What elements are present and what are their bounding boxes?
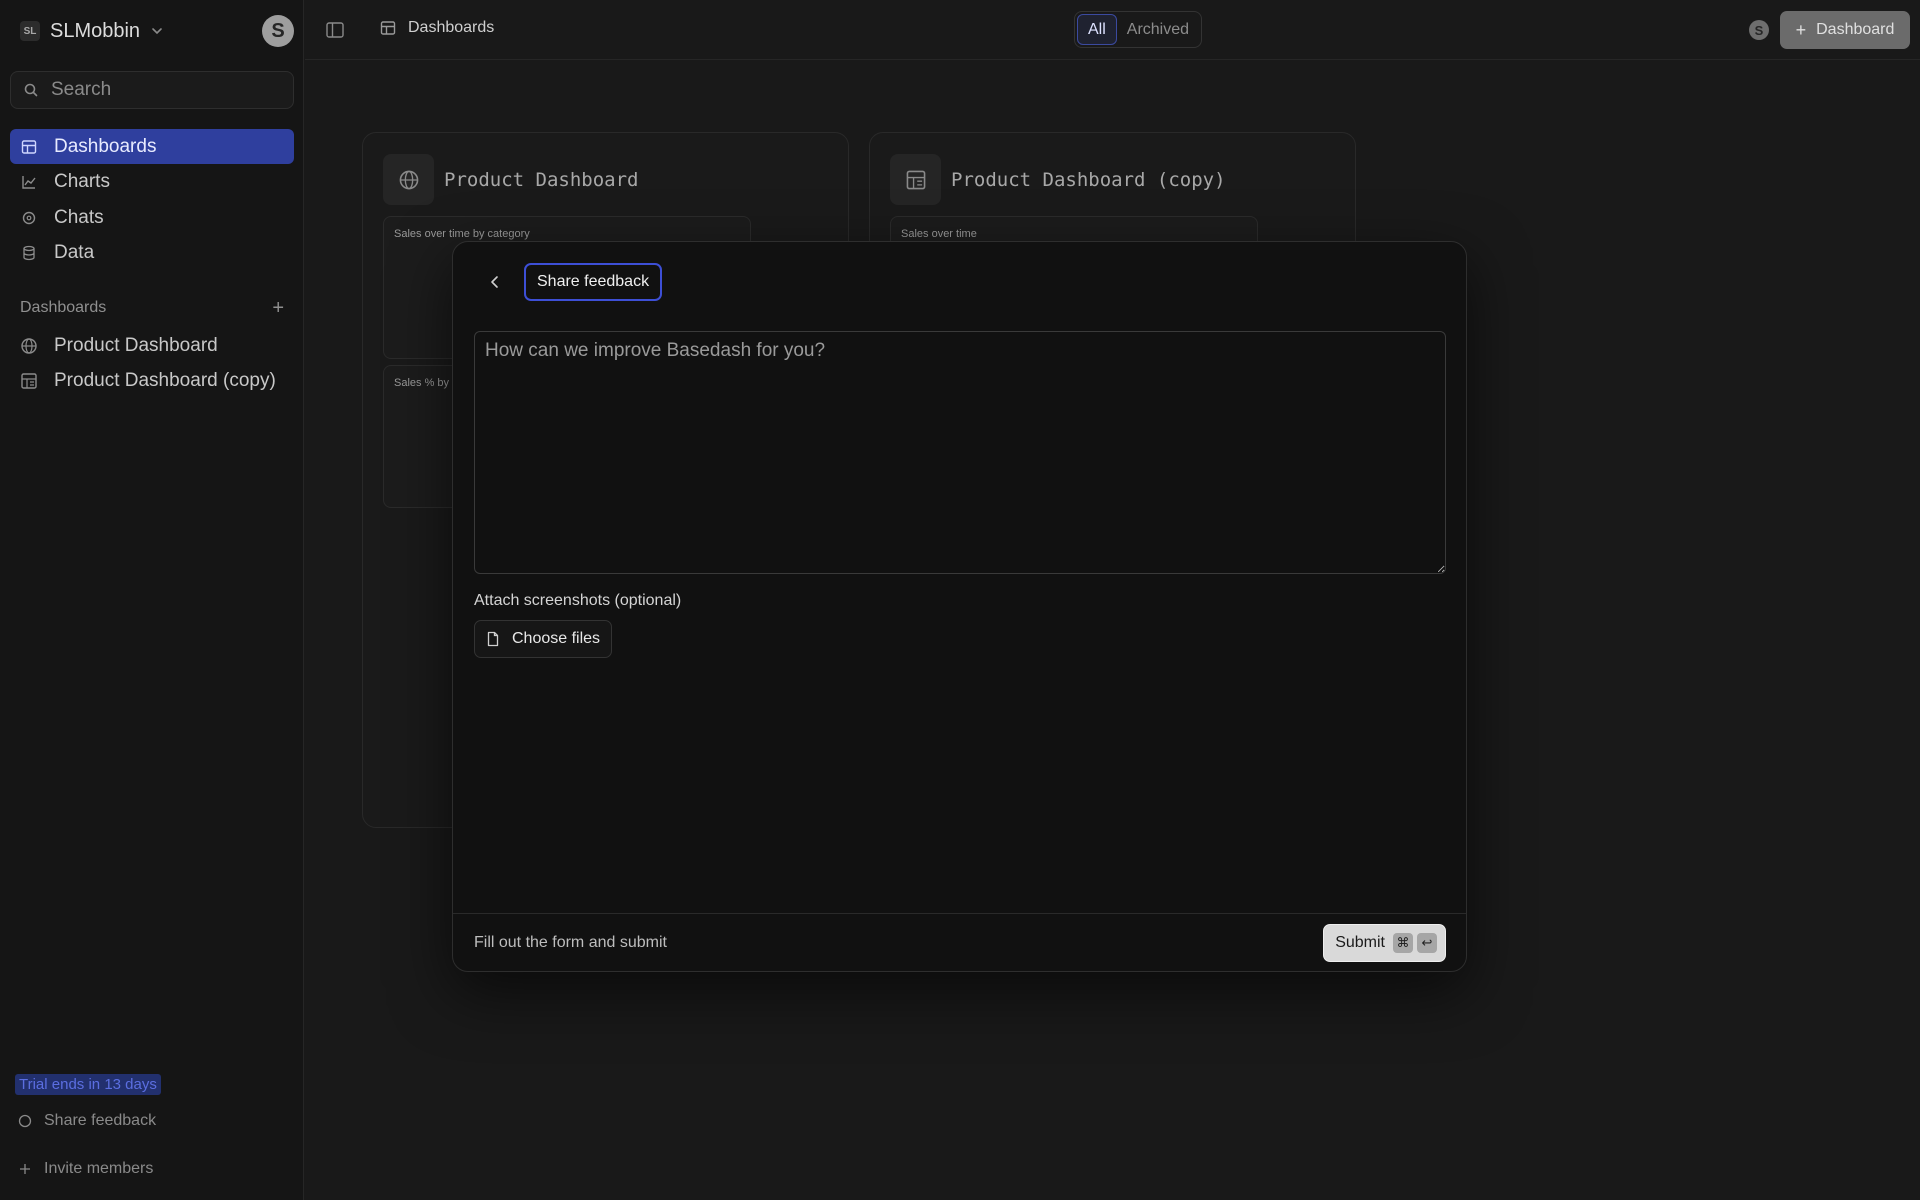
avatar[interactable]: S [1749,20,1769,40]
modal-title: Share feedback [524,263,663,301]
filter-segmented-control: All Archived [1074,11,1203,48]
breadcrumb: Dashboards [380,19,494,37]
search-input[interactable] [51,79,271,101]
globe-icon [383,154,434,205]
dashboard-grid-icon [890,154,941,205]
modal-footer: Fill out the form and submit Submit ⌘ ↩ [453,913,1466,973]
footer-hint: Fill out the form and submit [474,934,667,951]
chart-preview-title: Sales over time [901,228,977,240]
chevron-down-icon [150,24,164,38]
submit-label: Submit [1335,934,1385,951]
sidebar-item-chats[interactable]: Chats [10,200,294,235]
card-header: Product Dashboard (copy) [890,154,1226,205]
workspace-logo: SL [20,21,40,41]
dashboards-section-header: Dashboards + [20,298,284,318]
breadcrumb-label[interactable]: Dashboards [408,19,494,37]
choose-files-button[interactable]: Choose files [474,620,613,658]
tab-all[interactable]: All [1077,14,1117,45]
sidebar-item-product-dashboard-copy[interactable]: Product Dashboard (copy) [10,363,294,398]
sidebar-nav: Dashboards Charts Chats Data [10,129,294,271]
globe-icon [20,337,38,355]
trial-badge[interactable]: Trial ends in 13 days [15,1074,161,1095]
search-icon [23,82,39,98]
invite-members-label: Invite members [44,1160,154,1177]
sidebar-item-label: Data [54,242,95,263]
tab-archived[interactable]: Archived [1117,14,1199,45]
card-title: Product Dashboard (copy) [951,168,1226,191]
sidebar-item-data[interactable]: Data [10,236,294,271]
card-header: Product Dashboard [383,154,638,205]
new-dashboard-label: Dashboard [1816,21,1895,38]
command-key-icon: ⌘ [1393,933,1413,953]
back-arrow-icon[interactable] [483,270,507,294]
dashboard-grid-icon [20,372,38,390]
sidebar-item-label: Product Dashboard [54,334,218,356]
feedback-modal: Share feedback Attach screenshots (optio… [452,241,1467,972]
card-title: Product Dashboard [444,168,639,191]
topbar: Dashboards All Archived S + Dashboard [305,0,1920,60]
dashboards-icon [20,139,38,155]
database-icon [20,245,38,261]
attach-label: Attach screenshots (optional) [474,592,682,609]
avatar[interactable]: S [262,15,294,47]
sidebar: SL SLMobbin S Dashboards [0,0,304,1200]
sidebar-item-label: Dashboards [54,135,157,157]
sidebar-item-charts[interactable]: Charts [10,165,294,200]
choose-files-label: Choose files [512,630,601,647]
feedback-textarea[interactable] [474,331,1446,574]
enter-key-icon: ↩ [1417,933,1437,953]
invite-members-link[interactable]: Invite members [18,1160,153,1178]
section-title: Dashboards [20,299,107,316]
workspace-name: SLMobbin [50,19,141,42]
chat-bubble-icon [18,1114,32,1128]
share-feedback-link[interactable]: Share feedback [18,1112,156,1130]
file-icon [486,631,500,647]
workspace-switcher[interactable]: SL SLMobbin S [20,15,294,47]
app-root: SL SLMobbin S Dashboards [0,0,1920,1200]
sidebar-item-label: Charts [54,171,110,192]
dashboards-icon [380,20,396,36]
sidebar-item-label: Chats [54,206,104,228]
chart-icon [20,174,38,190]
sidebar-item-product-dashboard[interactable]: Product Dashboard [10,328,294,363]
share-feedback-label: Share feedback [44,1112,157,1129]
chat-icon [20,210,38,226]
submit-button[interactable]: Submit ⌘ ↩ [1323,924,1446,962]
sidebar-item-label: Product Dashboard (copy) [54,369,276,391]
search-box[interactable] [10,71,294,109]
plus-icon: + [1795,19,1807,40]
new-dashboard-button[interactable]: + Dashboard [1780,11,1910,49]
chart-preview-title: Sales over time by category [394,228,530,240]
dashboards-list: Product Dashboard Product Dashboard (cop… [10,328,294,398]
plus-icon [18,1162,32,1176]
sidebar-toggle-icon[interactable] [325,20,345,45]
sidebar-item-dashboards[interactable]: Dashboards [10,129,294,164]
add-dashboard-button[interactable]: + [272,298,284,318]
chart-preview-title: Sales % by C [394,377,461,389]
